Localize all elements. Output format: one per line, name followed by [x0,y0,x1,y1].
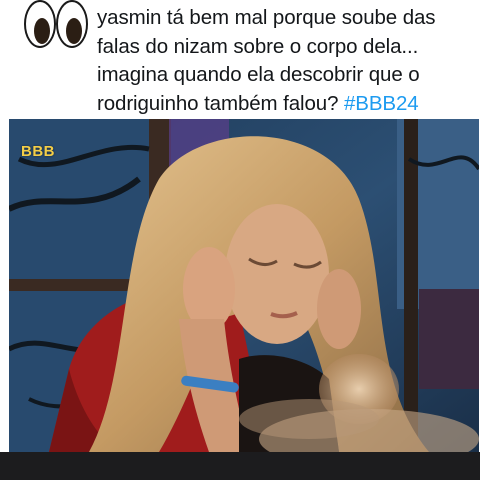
tweet-card: yasmin tá bem mal porque soube das falas… [0,0,480,452]
bottom-bar [0,452,480,480]
hashtag-link[interactable]: #BBB24 [344,92,419,115]
eyes-emoji-icon [24,0,88,48]
video-frame[interactable]: BBB [9,119,479,452]
channel-logo: BBB [21,143,55,160]
tweet-text: yasmin tá bem mal porque soube das falas… [97,4,475,118]
video-still [9,119,479,452]
